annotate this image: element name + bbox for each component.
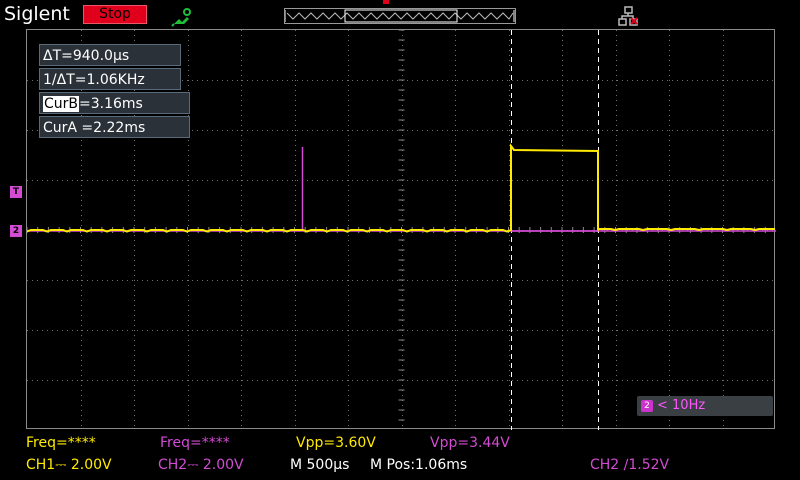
waveform-display[interactable]: ΔT=940.0µs 1/ΔT=1.06KHz CurB=3.16ms CurA… (26, 29, 776, 430)
frequency-counter: 2 < 10Hz (637, 396, 773, 416)
usb-probe-icon (170, 6, 192, 28)
trigger-level-marker[interactable]: T (10, 186, 22, 198)
frequency-text: < 10Hz (657, 398, 706, 413)
readout-delta-t: ΔT=940.0µs (39, 44, 181, 66)
cursor-b-label: CurB (43, 96, 80, 112)
memory-position[interactable]: M Pos:1.06ms (370, 457, 467, 473)
brand-label: Siglent (4, 3, 70, 25)
readout-cursor-a[interactable]: CurA =2.22ms (39, 116, 190, 138)
cursor-b-value: =3.16ms (79, 96, 143, 112)
timeline-trigger-tick (383, 0, 389, 4)
ch1-vpp: Vpp=3.60V (296, 435, 376, 451)
trigger-setting[interactable]: CH2 ∕1.52V (590, 457, 669, 473)
ch2-vpp: Vpp=3.44V (430, 435, 510, 451)
channel-badge: 2 (641, 400, 653, 412)
ch2-scale[interactable]: CH2⎓ 2.00V (158, 457, 244, 473)
network-icon (617, 6, 639, 28)
ch1-frequency: Freq=**** (26, 435, 96, 451)
ch1-scale[interactable]: CH1⎓ 2.00V (26, 457, 112, 473)
ch2-ground-marker[interactable]: 2 (10, 225, 22, 237)
timebase[interactable]: M 500µs (290, 457, 349, 473)
run-stop-indicator[interactable]: Stop (83, 5, 147, 24)
readout-cursor-b[interactable]: CurB=3.16ms (39, 92, 190, 114)
memory-timeline[interactable] (284, 8, 516, 24)
ch1-trace (27, 143, 775, 233)
ch2-frequency: Freq=**** (160, 435, 230, 451)
readout-inverse-delta-t: 1/ΔT=1.06KHz (39, 68, 181, 90)
